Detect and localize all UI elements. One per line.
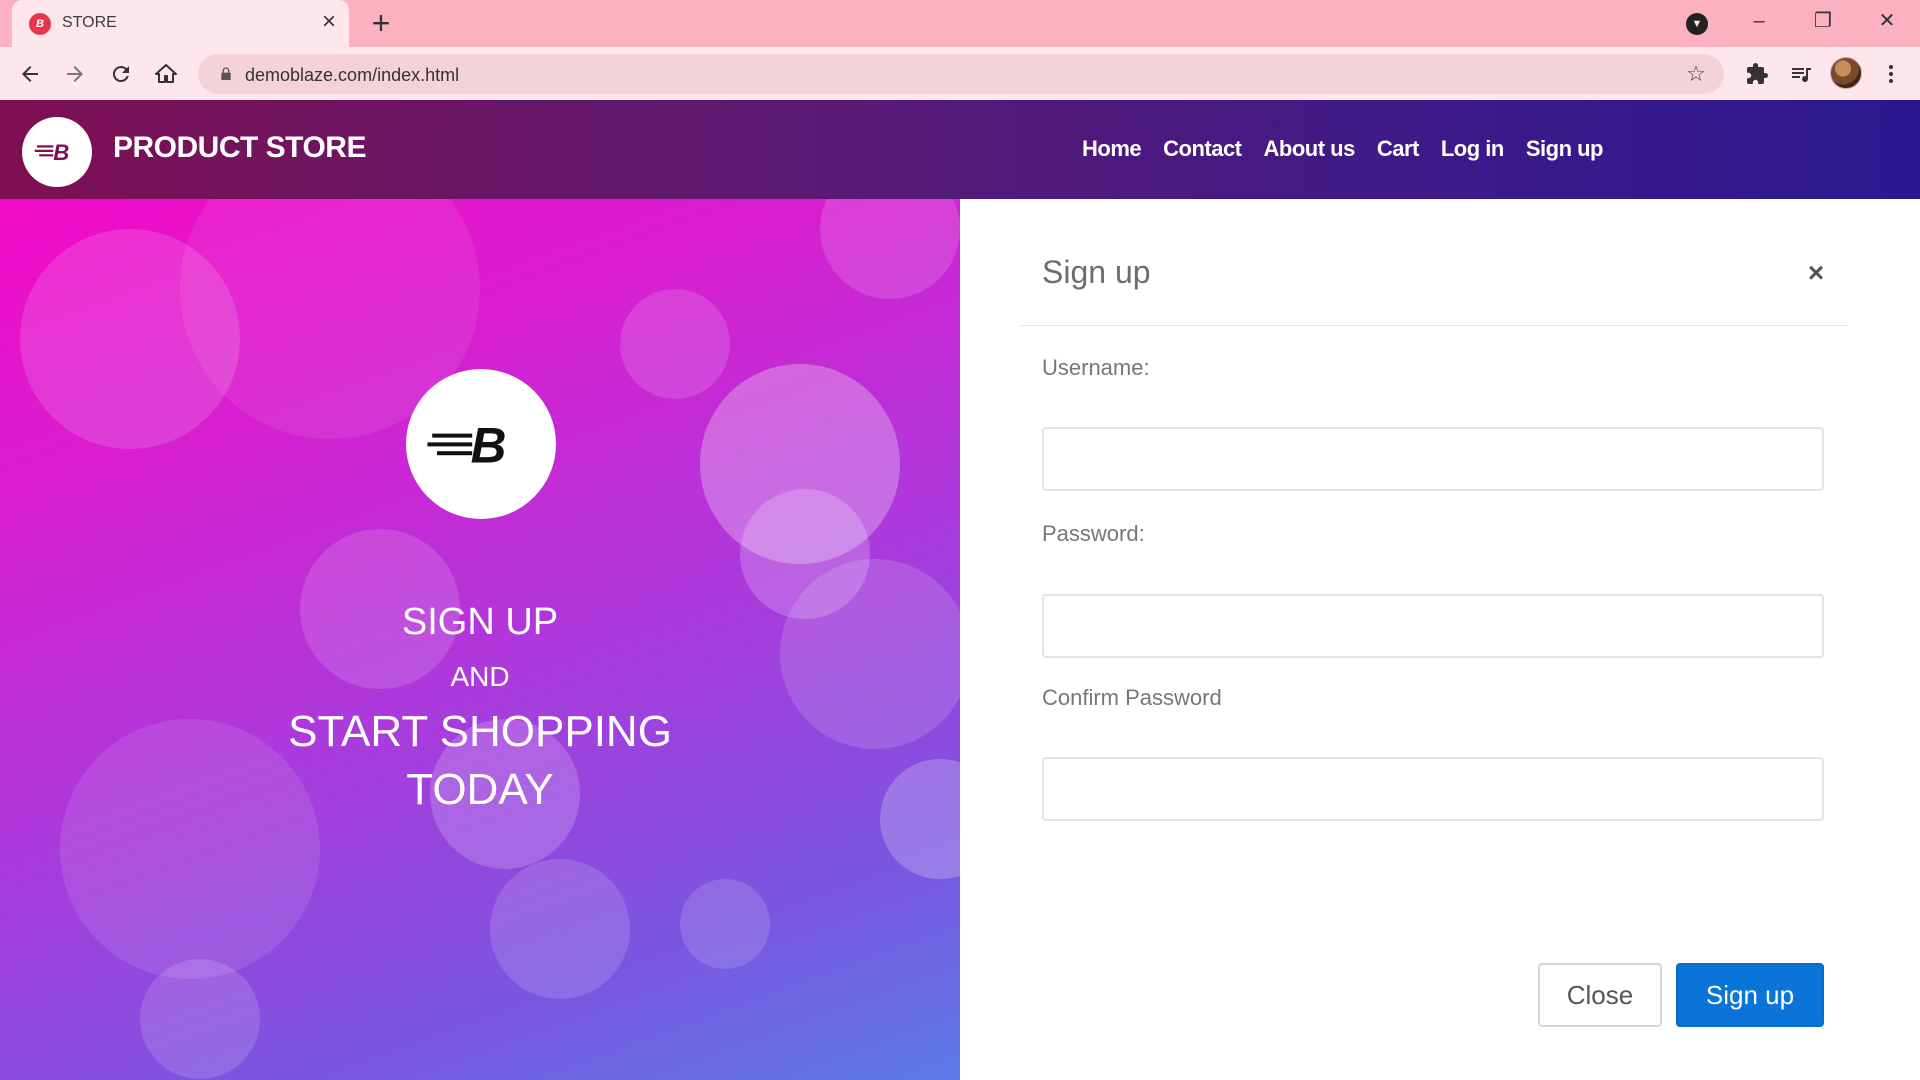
restore-icon[interactable]: ❐ [1800,6,1846,36]
nav-links: Home Contact About us Cart Log in Sign u… [1082,136,1625,162]
password-input[interactable] [1042,594,1824,658]
hero-subheadline-end: TODAY [406,765,554,814]
bokeh-circle [140,959,260,1079]
nav-contact[interactable]: Contact [1163,136,1242,162]
minimize-icon[interactable]: – [1736,6,1782,36]
url-text[interactable]: demoblaze.com/index.html [245,65,459,86]
puzzle-icon[interactable] [1742,59,1772,89]
sign-up-button[interactable]: Sign up [1676,963,1824,1027]
tab-title: STORE [62,14,117,31]
svg-text:B: B [53,140,69,165]
hero-subheadline: START SHOPPING [288,707,672,756]
nav-cart[interactable]: Cart [1377,136,1420,162]
hero-connector: AND [450,661,510,692]
bokeh-circle [60,719,320,979]
window-close-icon[interactable]: ✕ [1864,6,1910,36]
plus-icon[interactable]: + [366,7,396,39]
nav-about-us[interactable]: About us [1264,136,1356,162]
arrow-left-icon[interactable] [15,59,45,89]
close-icon[interactable]: × [1802,259,1830,287]
store-favicon-icon: B [29,13,51,35]
hero-logo-icon: B [406,369,556,519]
bokeh-circle [490,859,630,999]
bokeh-circle [620,289,730,399]
site-navbar: B PRODUCT STORE Home Contact About us Ca… [0,100,1920,199]
home-icon[interactable] [151,59,181,89]
browser-tabstrip: B STORE × + ▼ – ❐ ✕ [0,0,1920,47]
profile-avatar[interactable] [1830,57,1862,89]
nav-log-in[interactable]: Log in [1441,136,1504,162]
confirm-password-input[interactable] [1042,757,1824,821]
username-input[interactable] [1042,427,1824,491]
brand-name[interactable]: PRODUCT STORE [113,131,366,165]
signup-modal: Sign up × Username: Password: Confirm Pa… [960,199,1920,1080]
modal-divider [1020,325,1848,326]
media-queue-icon[interactable] [1786,59,1816,89]
modal-title: Sign up [1042,254,1151,290]
username-label: Username: [1042,355,1150,380]
chevron-down-icon[interactable]: ▼ [1686,13,1708,35]
kebab-menu-icon[interactable] [1876,59,1906,89]
browser-tab[interactable]: B STORE × [12,0,349,47]
arrow-right-icon[interactable] [60,59,90,89]
address-bar[interactable]: demoblaze.com/index.html ☆ [198,54,1724,94]
nav-home[interactable]: Home [1082,136,1142,162]
confirm-password-label: Confirm Password [1042,685,1222,710]
signup-hero-panel: B SIGN UP AND START SHOPPING TODAY [0,199,960,1080]
bokeh-circle [820,199,960,299]
close-button[interactable]: Close [1538,963,1662,1027]
reload-icon[interactable] [106,59,136,89]
browser-toolbar: demoblaze.com/index.html ☆ [0,47,1920,100]
password-label: Password: [1042,521,1145,546]
lock-icon[interactable] [216,64,236,84]
star-icon[interactable]: ☆ [1684,62,1708,86]
brand-logo-icon[interactable]: B [22,117,92,187]
svg-text:B: B [471,417,507,473]
bokeh-circle [680,879,770,969]
nav-sign-up[interactable]: Sign up [1526,136,1604,162]
hero-headline: SIGN UP [401,601,559,643]
close-icon[interactable]: × [316,9,342,35]
